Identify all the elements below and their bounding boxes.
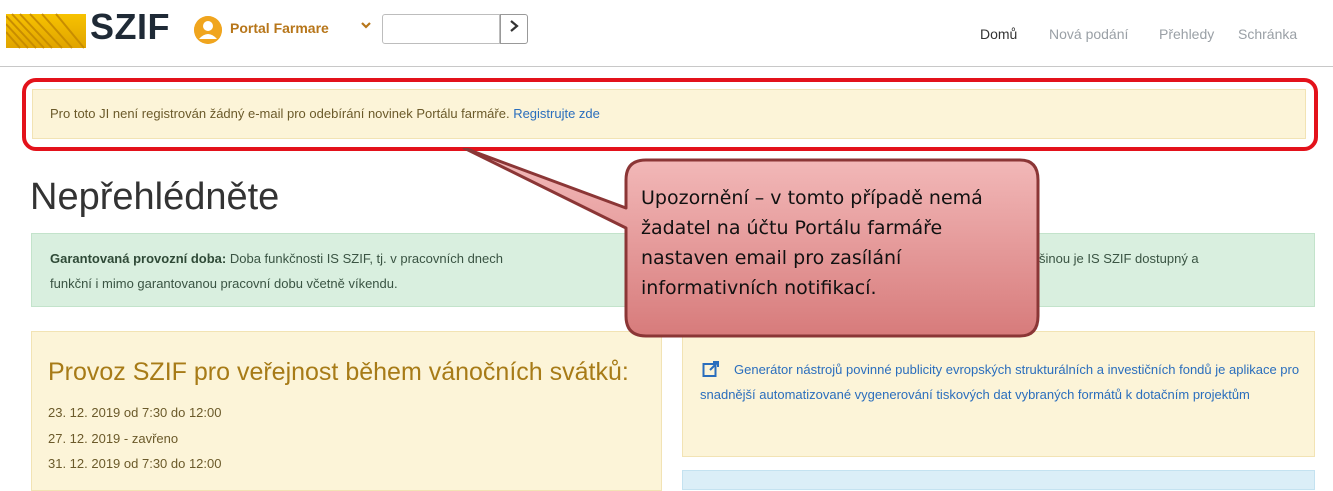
operating-hours-line-1: Garantovaná provozní doba: Doba funkčnos…	[50, 251, 503, 266]
nav-prehledy[interactable]: Přehledy	[1159, 26, 1214, 42]
nav-domu[interactable]: Domů	[980, 26, 1017, 42]
logo-text[interactable]: SZIF	[90, 6, 170, 48]
nav-schranka[interactable]: Schránka	[1238, 26, 1297, 42]
search-input[interactable]	[382, 14, 500, 44]
nav-nova-podani[interactable]: Nová podání	[1049, 26, 1128, 42]
highlight-frame	[22, 78, 1318, 151]
chevron-down-icon[interactable]	[360, 18, 372, 34]
holiday-item: 27. 12. 2019 - zavřeno	[48, 431, 179, 446]
callout-text: Upozornění – v tomto případě nemá žadate…	[641, 187, 983, 299]
page-title: Nepřehlédněte	[30, 176, 280, 218]
holiday-item: 23. 12. 2019 od 7:30 do 12:00	[48, 405, 222, 420]
search-submit-button[interactable]	[500, 14, 528, 44]
operating-hours-line-2: funkční i mimo garantovanou pracovní dob…	[50, 276, 398, 291]
user-icon[interactable]	[194, 16, 222, 44]
chevron-right-icon	[510, 20, 519, 32]
publicity-generator-link[interactable]: Generátor nástrojů povinné publicity evr…	[700, 357, 1300, 407]
operating-hours-label: Garantovaná provozní doba:	[50, 251, 227, 266]
info-panel	[682, 470, 1315, 490]
portal-menu-label[interactable]: Portal Farmare	[230, 20, 329, 36]
holiday-item: 31. 12. 2019 od 7:30 do 12:00	[48, 456, 222, 471]
holiday-panel-title: Provoz SZIF pro veřejnost během vánočníc…	[48, 358, 629, 386]
szif-logo-icon[interactable]	[6, 10, 86, 50]
